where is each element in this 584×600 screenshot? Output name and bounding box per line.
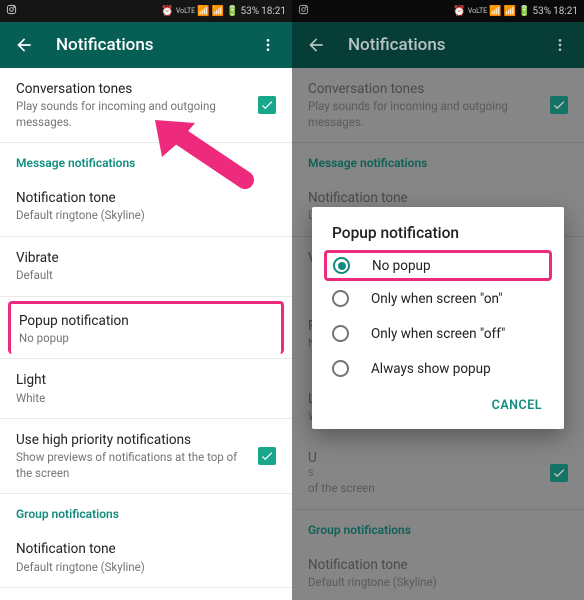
radio-label: No popup — [372, 258, 431, 274]
item-title: Conversation tones — [16, 80, 246, 98]
radio-label: Only when screen "on" — [371, 291, 503, 307]
item-title: Use high priority notifications — [16, 431, 246, 449]
checkbox-checked-icon[interactable] — [258, 447, 276, 465]
wifi-icon: 📶 — [489, 6, 501, 17]
more-icon[interactable] — [258, 35, 278, 55]
clock-text: 18:21 — [261, 6, 286, 17]
item-title: Conversation tones — [308, 80, 538, 98]
setting-group-notification-tone[interactable]: Notification tone Default ringtone (Skyl… — [0, 528, 292, 588]
popup-dialog: Popup notification No popup Only when sc… — [312, 207, 564, 429]
item-title: Notification tone — [308, 189, 568, 207]
radio-selected-icon — [333, 257, 350, 274]
setting-group-vibrate[interactable]: Vibrate Default — [0, 588, 292, 600]
item-sub: No popup — [19, 331, 273, 347]
battery-text: 53% — [241, 6, 260, 17]
alarm-icon: ⏰ — [453, 6, 465, 17]
setting-priority-cut: U S of the screen — [292, 447, 584, 510]
item-sub: Play sounds for incoming and outgoing me… — [16, 99, 246, 130]
item-title: Popup notification — [19, 312, 273, 330]
item-title: Notification tone — [16, 540, 276, 558]
page-title: Notifications — [56, 35, 258, 55]
item-sub: Play sounds for incoming and outgoing me… — [308, 99, 538, 130]
app-bar: Notifications — [292, 22, 584, 68]
item-sub: Default ringtone (Skyline) — [16, 208, 276, 224]
setting-notification-tone[interactable]: Notification tone Default ringtone (Skyl… — [0, 177, 292, 237]
section-message-notifications: Message notifications — [0, 143, 292, 177]
dialog-title: Popup notification — [312, 224, 564, 250]
alarm-icon: ⏰ — [161, 6, 173, 17]
checkbox-checked-icon[interactable] — [258, 96, 276, 114]
setting-conversation-tones: Conversation tones Play sounds for incom… — [292, 68, 584, 143]
signal-icon: 📶 — [504, 6, 516, 17]
section-group-notifications: Group notifications — [0, 494, 292, 528]
setting-high-priority[interactable]: Use high priority notifications Show pre… — [0, 419, 292, 494]
clock-text: 18:21 — [553, 6, 578, 17]
instagram-icon — [298, 4, 309, 18]
radio-option-screen-off[interactable]: Only when screen "off" — [312, 316, 564, 351]
status-bar: ⏰ VoLTE 📶 📶 🔋 53% 18:21 — [292, 0, 584, 22]
setting-light[interactable]: Light White — [0, 359, 292, 419]
item-sub: Default — [16, 268, 276, 284]
volte-icon: VoLTE — [468, 7, 487, 15]
setting-group-notification-tone: Notification tone Default ringtone (Skyl… — [292, 544, 584, 600]
item-title: Vibrate — [16, 249, 276, 267]
radio-option-screen-on[interactable]: Only when screen "on" — [312, 281, 564, 316]
cancel-button[interactable]: CANCEL — [484, 392, 550, 419]
battery-text: 53% — [533, 6, 552, 17]
status-bar: ⏰ VoLTE 📶 📶 🔋 53% 18:21 — [0, 0, 292, 22]
item-sub-cut: S — [308, 468, 538, 480]
radio-icon — [332, 290, 349, 307]
battery-icon: 🔋 — [226, 6, 238, 17]
instagram-icon — [6, 4, 17, 18]
radio-label: Only when screen "off" — [371, 326, 505, 342]
wifi-icon: 📶 — [197, 6, 209, 17]
radio-icon — [332, 360, 349, 377]
item-sub: of the screen — [308, 481, 538, 497]
battery-icon: 🔋 — [518, 6, 530, 17]
app-bar: Notifications — [0, 22, 292, 68]
radio-icon — [332, 325, 349, 342]
item-title: Light — [16, 371, 276, 389]
page-title: Notifications — [348, 35, 550, 55]
item-sub: Show previews of notifications at the to… — [16, 450, 246, 481]
setting-vibrate[interactable]: Vibrate Default — [0, 237, 292, 297]
radio-option-no-popup[interactable]: No popup — [324, 250, 552, 281]
signal-icon: 📶 — [212, 6, 224, 17]
item-sub: White — [16, 391, 276, 407]
checkbox-checked-icon — [550, 96, 568, 114]
item-title-cut: U — [308, 449, 538, 467]
setting-popup-notification[interactable]: Popup notification No popup — [8, 301, 284, 355]
section-group-notifications: Group notifications — [292, 510, 584, 544]
volte-icon: VoLTE — [176, 7, 195, 15]
setting-conversation-tones[interactable]: Conversation tones Play sounds for incom… — [0, 68, 292, 143]
radio-label: Always show popup — [371, 361, 491, 377]
more-icon[interactable] — [550, 35, 570, 55]
back-arrow-icon[interactable] — [306, 35, 326, 55]
back-arrow-icon[interactable] — [14, 35, 34, 55]
item-title: Notification tone — [16, 189, 276, 207]
item-title: Notification tone — [308, 556, 568, 574]
radio-option-always[interactable]: Always show popup — [312, 351, 564, 386]
checkbox-checked-icon — [550, 464, 568, 482]
item-sub: Default ringtone (Skyline) — [308, 575, 568, 591]
section-message-notifications: Message notifications — [292, 143, 584, 177]
item-sub: Default ringtone (Skyline) — [16, 560, 276, 576]
